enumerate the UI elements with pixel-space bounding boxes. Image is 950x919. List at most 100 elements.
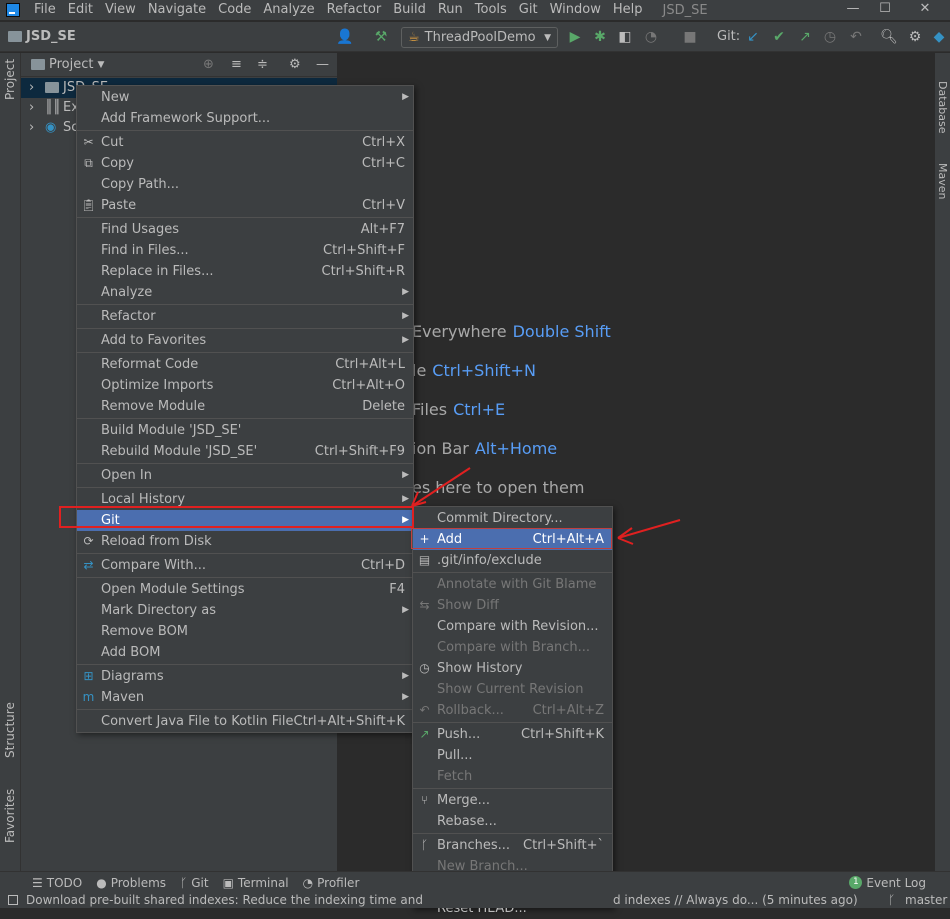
terminal-tab[interactable]: ▣ Terminal <box>223 876 289 890</box>
hide-icon[interactable]: — <box>316 57 329 72</box>
menu-item-reformat-code[interactable]: Reformat Code Ctrl+Alt+L <box>77 354 413 375</box>
menu-refactor[interactable]: Refactor <box>321 0 388 20</box>
stop-icon[interactable]: ■ <box>681 28 699 46</box>
rollback-icon[interactable]: ↶ <box>847 28 865 46</box>
close-icon[interactable]: ✕ <box>910 0 940 20</box>
project-breadcrumb[interactable]: JSD_SE <box>8 29 76 44</box>
project-panel-title[interactable]: Project <box>49 57 93 72</box>
menu-item-diagrams[interactable]: ⊞ Diagrams ▶ <box>77 666 413 687</box>
run-config-select[interactable]: ☕ ThreadPoolDemo ▼ <box>401 27 558 48</box>
menu-item-add-to-favorites[interactable]: Add to Favorites ▶ <box>77 330 413 351</box>
menu-item-compare-with-revision[interactable]: Compare with Revision... <box>413 616 612 637</box>
push-icon[interactable]: ↗ <box>796 28 814 46</box>
menu-item-compare-with[interactable]: ⇄ Compare With... Ctrl+D <box>77 555 413 576</box>
status-checkbox-icon[interactable] <box>8 895 18 905</box>
coverage-icon[interactable]: ◧ <box>616 28 634 46</box>
menu-window[interactable]: Window <box>544 0 607 20</box>
menu-item-optimize-imports[interactable]: Optimize Imports Ctrl+Alt+O <box>77 375 413 396</box>
menu-item-shortcut: Delete <box>362 399 405 414</box>
project-tool-tab[interactable]: Project <box>3 59 17 100</box>
collapse-all-icon[interactable]: ≑ <box>257 57 268 72</box>
menu-separator <box>77 217 413 218</box>
maven-tool-tab[interactable]: Maven <box>936 163 949 199</box>
menu-item-add-framework-support[interactable]: Add Framework Support... <box>77 108 413 129</box>
maximize-icon[interactable]: ☐ <box>870 0 900 20</box>
menu-item-reload-from-disk[interactable]: ⟳ Reload from Disk <box>77 531 413 552</box>
menu-item-merge[interactable]: ⑂ Merge... <box>413 790 612 811</box>
profile-icon[interactable]: ◔ <box>642 28 660 46</box>
module-folder-icon <box>45 82 59 93</box>
menu-tools[interactable]: Tools <box>469 0 513 20</box>
menu-item-find-in-files[interactable]: Find in Files... Ctrl+Shift+F <box>77 240 413 261</box>
menu-view[interactable]: View <box>99 0 142 20</box>
menu-item-label: Show History <box>437 661 523 676</box>
menu-item-replace-in-files[interactable]: Replace in Files... Ctrl+Shift+R <box>77 261 413 282</box>
menu-item-find-usages[interactable]: Find Usages Alt+F7 <box>77 219 413 240</box>
menu-analyze[interactable]: Analyze <box>257 0 320 20</box>
menu-run[interactable]: Run <box>432 0 469 20</box>
database-tool-tab[interactable]: Database <box>936 81 949 134</box>
menu-item-git-info-exclude[interactable]: ▤ .git/info/exclude <box>413 550 612 571</box>
run-icon[interactable]: ▶ <box>566 28 584 46</box>
menu-help[interactable]: Help <box>607 0 649 20</box>
menu-item-pull[interactable]: Pull... <box>413 745 612 766</box>
user-icon[interactable]: 👤 <box>332 28 358 46</box>
menu-build[interactable]: Build <box>387 0 432 20</box>
todo-tab[interactable]: ☰ TODO <box>32 876 82 890</box>
menu-item-copy-path[interactable]: Copy Path... <box>77 174 413 195</box>
menu-item-branches[interactable]: ᚴ Branches... Ctrl+Shift+` <box>413 835 612 856</box>
locate-icon[interactable]: ⊕ <box>203 57 214 72</box>
menu-code[interactable]: Code <box>212 0 257 20</box>
menu-item-label: Remove BOM <box>101 624 189 639</box>
menu-item-convert-java-file-to-kotlin-file[interactable]: Convert Java File to Kotlin File Ctrl+Alt… <box>77 711 413 732</box>
menu-file[interactable]: File <box>28 0 62 20</box>
menu-item-remove-bom[interactable]: Remove BOM <box>77 621 413 642</box>
history-icon[interactable]: ◷ <box>821 28 839 46</box>
problems-tab[interactable]: ● Problems <box>96 876 166 890</box>
menu-item-cut[interactable]: ✂ Cut Ctrl+X <box>77 132 413 153</box>
menu-item-remove-module[interactable]: Remove Module Delete <box>77 396 413 417</box>
menu-item-push[interactable]: ↗ Push... Ctrl+Shift+K <box>413 724 612 745</box>
menu-item-analyze[interactable]: Analyze ▶ <box>77 282 413 303</box>
status-message[interactable]: Download pre-built shared indexes: Reduc… <box>26 893 423 908</box>
submenu-arrow-icon: ▶ <box>402 92 409 102</box>
menu-navigate[interactable]: Navigate <box>142 0 212 20</box>
git-tab[interactable]: ᚴ Git <box>180 876 209 890</box>
menu-item-label: Diagrams <box>101 669 164 684</box>
menu-item-refactor[interactable]: Refactor ▶ <box>77 306 413 327</box>
menu-git[interactable]: Git <box>513 0 544 20</box>
menu-item-new[interactable]: New ▶ <box>77 87 413 108</box>
minimize-icon[interactable]: — <box>838 0 868 20</box>
event-log-tab[interactable]: 1 Event Log <box>849 876 926 890</box>
menu-item-rebase[interactable]: Rebase... <box>413 811 612 832</box>
structure-tool-tab[interactable]: Structure <box>3 702 17 758</box>
menu-item-label: Reload from Disk <box>101 534 212 549</box>
menu-item-paste[interactable]: 📋︎ Paste Ctrl+V <box>77 195 413 216</box>
menu-edit[interactable]: Edit <box>62 0 99 20</box>
menu-item-mark-directory-as[interactable]: Mark Directory as ▶ <box>77 600 413 621</box>
menu-item-show-history[interactable]: ◷ Show History <box>413 658 612 679</box>
menu-item-open-module-settings[interactable]: Open Module Settings F4 <box>77 579 413 600</box>
update-project-icon[interactable]: ↙ <box>744 28 762 46</box>
gear-icon[interactable]: ⚙ <box>906 28 924 46</box>
gear-icon[interactable]: ⚙ <box>289 57 301 72</box>
menu-item-add-bom[interactable]: Add BOM <box>77 642 413 663</box>
commit-icon[interactable]: ✔ <box>770 28 788 46</box>
menu-item-shortcut: Ctrl+V <box>362 198 405 213</box>
git-branch-widget[interactable]: master <box>905 893 947 908</box>
menu-item-maven[interactable]: m Maven ▶ <box>77 687 413 708</box>
favorites-tool-tab[interactable]: Favorites <box>3 789 17 843</box>
jetbrains-icon[interactable]: ◆ <box>930 28 948 46</box>
menu-item-label: Open In <box>101 468 152 483</box>
menu-item-rebuild-module-jsd-se[interactable]: Rebuild Module 'JSD_SE' Ctrl+Shift+F9 <box>77 441 413 462</box>
search-icon[interactable]: 🔍︎ <box>880 28 898 46</box>
menu-item-open-in[interactable]: Open In ▶ <box>77 465 413 486</box>
profiler-tab[interactable]: ◔ Profiler <box>303 876 360 890</box>
menu-item-build-module-jsd-se[interactable]: Build Module 'JSD_SE' <box>77 420 413 441</box>
menu-separator <box>413 788 612 789</box>
build-hammer-icon[interactable]: ⚒ <box>372 28 390 46</box>
chevron-down-icon[interactable]: ▼ <box>97 60 104 70</box>
debug-icon[interactable]: ✱ <box>591 28 609 46</box>
expand-all-icon[interactable]: ≡ <box>231 57 242 72</box>
menu-item-copy[interactable]: ⧉ Copy Ctrl+C <box>77 153 413 174</box>
